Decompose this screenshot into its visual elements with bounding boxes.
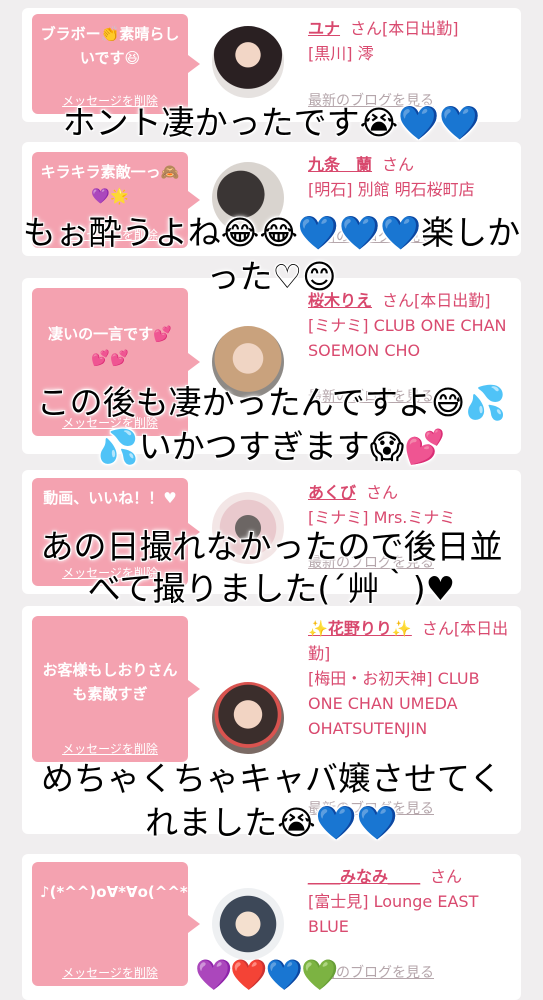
message-text: キラキラ素敵一っ🙈💜🌟: [40, 163, 180, 205]
caption-line: 💦いかつすぎます😱💕: [97, 427, 446, 466]
store-name: [黒川] 澪: [308, 44, 374, 63]
cast-name-link[interactable]: あくび: [308, 483, 356, 502]
message-bubble: ♪(*^^)o∀*∀o(^^*) メッセージを削除: [32, 862, 200, 986]
store-name: [梅田・お初天神] CLUB ONE CHAN UMEDA OHATSUTENJ…: [308, 669, 480, 738]
message-text: ♪(*^^)o∀*∀o(^^*): [40, 883, 195, 901]
cast-suffix: さん: [366, 483, 399, 502]
store-name: [富士見] Lounge EAST BLUE: [308, 892, 479, 936]
store-name: [ミナミ] CLUB ONE CHAN SOEMON CHO: [308, 316, 507, 360]
cast-suffix: さん: [430, 867, 463, 886]
delete-message-link[interactable]: メッセージを削除: [32, 964, 188, 981]
caption-line: もぉ酔うよね😂😂💙💙💙楽しか: [22, 213, 521, 252]
cast-name-link[interactable]: ＿＿みなみ＿＿: [308, 867, 420, 886]
cast-name-link[interactable]: 九条 蘭: [308, 155, 372, 174]
caption-line: ホント凄かったです😭💙💙: [62, 103, 481, 142]
message-text: 動画、いいね！！♥: [43, 489, 177, 507]
message-bubble: ブラボー👏素晴らしいです😆 メッセージを削除: [32, 14, 200, 114]
cast-suffix: さん[本日出勤]: [350, 19, 459, 38]
message-text: ブラボー👏素晴らしいです😆: [40, 25, 180, 67]
caption-line: あの日撮れなかったので後日並: [40, 527, 503, 566]
avatar[interactable]: [212, 888, 284, 960]
message-text: 凄いの一言です💕💕💕: [48, 325, 172, 367]
message-text: お客様もしおりさんも素敵すぎ: [42, 661, 178, 703]
caption-line: めちゃくちゃキャバ嬢させてく: [40, 759, 502, 798]
hearts-emoji-row: 💜❤️💙💚: [195, 958, 338, 993]
avatar[interactable]: [212, 26, 284, 98]
cast-suffix: さん: [382, 155, 415, 174]
caption-line: この後も凄かったんですよ😅💦: [36, 383, 507, 422]
message-bubble: お客様もしおりさんも素敵すぎ メッセージを削除: [32, 616, 200, 762]
caption-line: べて撮りました(´艸｀)♥: [87, 569, 456, 608]
delete-message-link[interactable]: メッセージを削除: [32, 740, 188, 757]
caption-line: った♡😊: [206, 257, 337, 296]
store-name: [明石] 別館 明石桜町店: [308, 180, 475, 199]
caption-line: れました😭💙💙: [145, 803, 398, 842]
cast-name-link[interactable]: ユナ: [308, 19, 340, 38]
cast-name-link[interactable]: ✨花野りり✨: [308, 619, 412, 638]
store-name: [ミナミ] Mrs.ミナミ: [308, 508, 456, 527]
avatar[interactable]: [212, 682, 284, 754]
